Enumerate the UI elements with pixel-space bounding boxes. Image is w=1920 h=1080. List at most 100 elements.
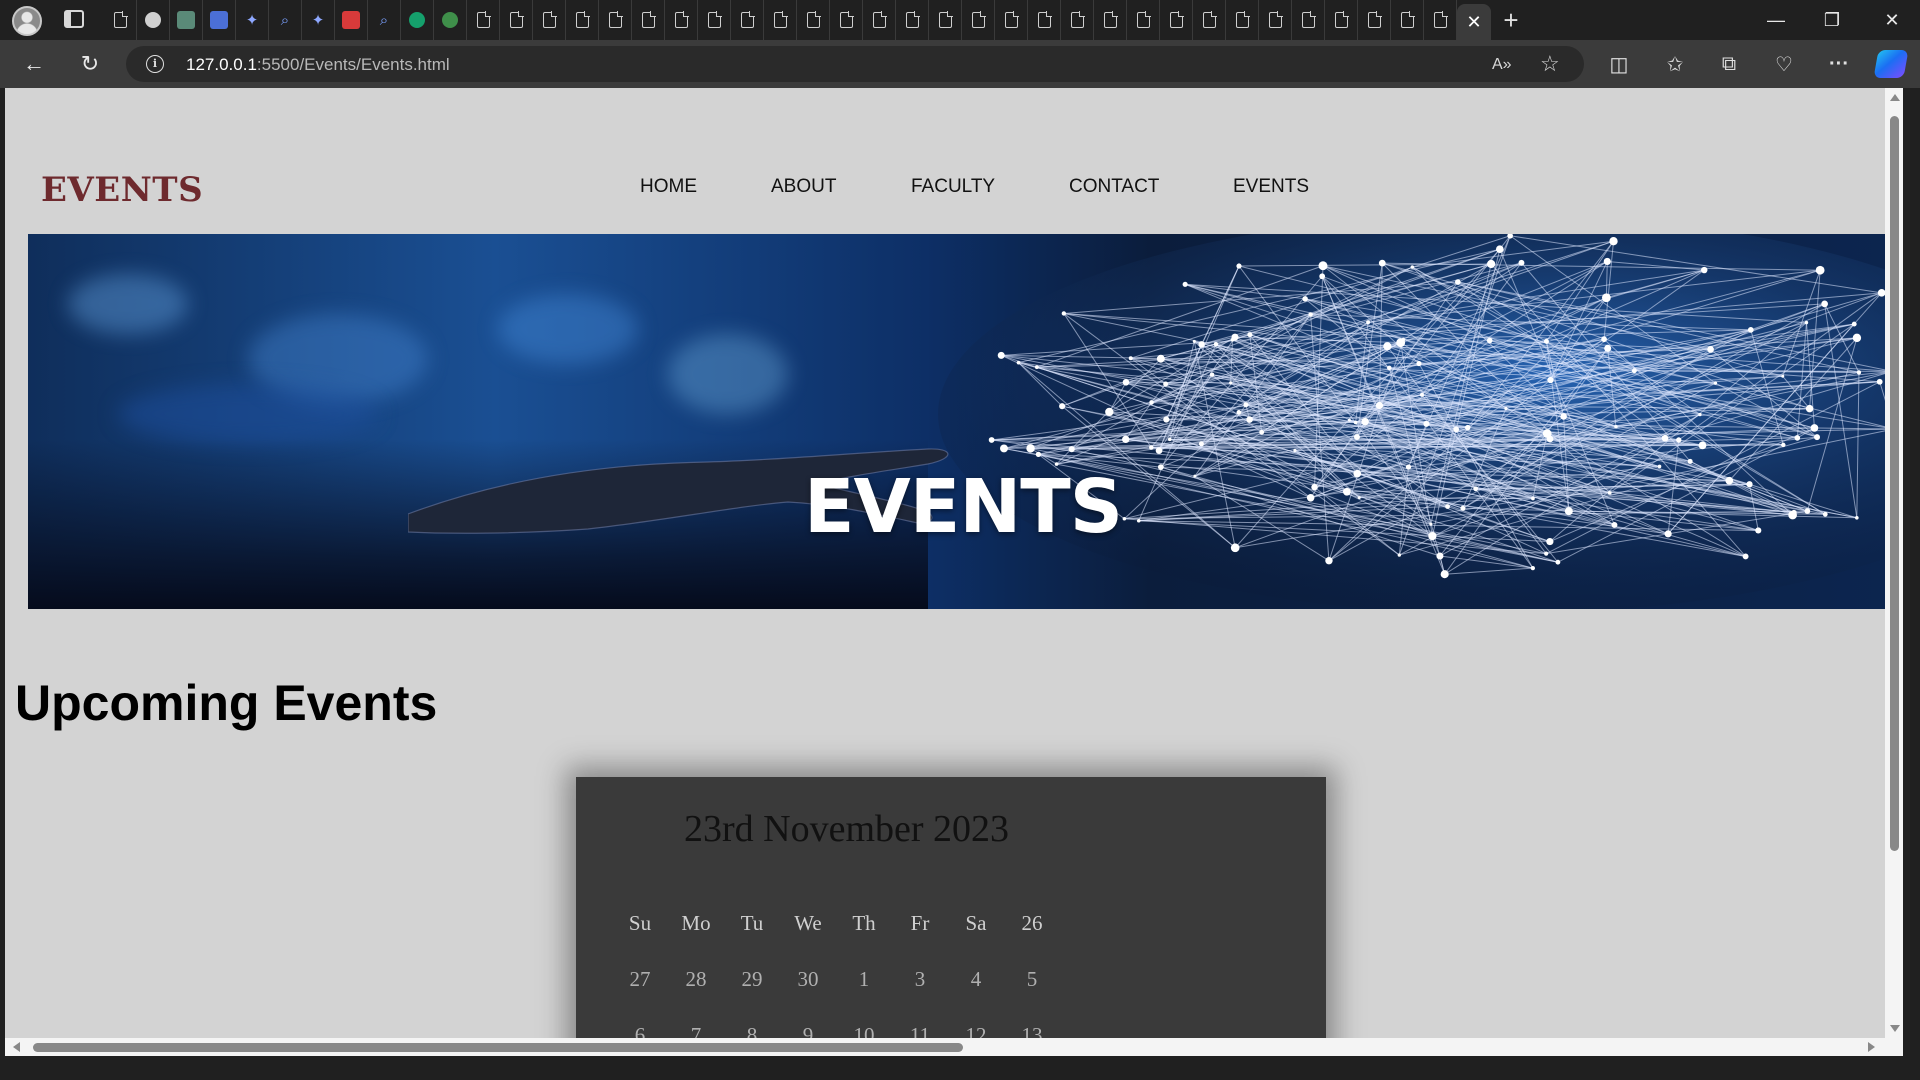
gemini-icon: ✦ <box>245 12 259 29</box>
docs-icon <box>210 11 228 29</box>
browser-tab[interactable] <box>863 0 896 40</box>
split-screen-icon[interactable]: ◫ <box>1602 48 1636 80</box>
calendar-day[interactable]: 3 <box>892 967 948 992</box>
browser-tab[interactable] <box>401 0 434 40</box>
browser-tab[interactable] <box>170 0 203 40</box>
url-host: 127.0.0.1 <box>186 55 257 74</box>
more-menu-icon[interactable]: ··· <box>1822 48 1856 80</box>
browser-tab[interactable] <box>1028 0 1061 40</box>
browser-tab[interactable] <box>203 0 236 40</box>
browser-tab[interactable] <box>731 0 764 40</box>
doc-icon <box>1070 11 1085 28</box>
nav-link-about[interactable]: ABOUT <box>771 176 836 198</box>
browser-tab[interactable] <box>830 0 863 40</box>
calendar-weekday-row: Su Mo Tu We Th Fr Sa 26 <box>612 895 1060 951</box>
browser-tab[interactable] <box>533 0 566 40</box>
favorite-star-icon[interactable]: ☆ <box>1540 51 1560 77</box>
browser-tab[interactable] <box>1292 0 1325 40</box>
url-path: :5500/Events/Events.html <box>256 55 450 74</box>
browser-tab[interactable] <box>467 0 500 40</box>
browser-tab[interactable]: ⌕ <box>368 0 401 40</box>
browser-tab[interactable] <box>1424 0 1457 40</box>
copilot-icon[interactable] <box>1873 50 1909 78</box>
back-arrow-icon[interactable]: ← <box>18 48 50 80</box>
browser-tab[interactable] <box>1259 0 1292 40</box>
nav-link-faculty[interactable]: FACULTY <box>911 176 995 198</box>
restore-icon[interactable]: ❐ <box>1804 0 1860 40</box>
nav-link-events[interactable]: EVENTS <box>1233 176 1309 198</box>
browser-essentials-icon[interactable]: ♡ <box>1767 48 1801 80</box>
collections-icon[interactable]: ⧉ <box>1712 48 1746 80</box>
address-bar[interactable]: i 127.0.0.1:5500/Events/Events.html A» ☆ <box>126 46 1584 82</box>
browser-tab[interactable]: ⌕ <box>269 0 302 40</box>
minimize-icon[interactable]: — <box>1748 0 1804 40</box>
active-tab-close-icon[interactable]: ✕ <box>1457 4 1491 40</box>
scroll-right-arrow-icon[interactable] <box>1868 1042 1875 1052</box>
browser-tab[interactable]: ✦ <box>302 0 335 40</box>
browser-tab[interactable] <box>104 0 137 40</box>
browser-tab[interactable] <box>566 0 599 40</box>
calendar-day[interactable]: 5 <box>1004 967 1060 992</box>
browser-tab[interactable] <box>1193 0 1226 40</box>
browser-tab[interactable] <box>1358 0 1391 40</box>
tab-actions-icon[interactable] <box>64 10 84 28</box>
calendar-weekday-label: Tu <box>740 910 764 935</box>
calendar-day[interactable]: 28 <box>668 967 724 992</box>
browser-tab[interactable] <box>632 0 665 40</box>
vertical-scrollbar[interactable] <box>1885 88 1903 1056</box>
browser-tab[interactable] <box>1127 0 1160 40</box>
browser-tab[interactable] <box>137 0 170 40</box>
browser-tab[interactable] <box>665 0 698 40</box>
new-tab-button[interactable]: + <box>1491 0 1531 40</box>
site-info-icon[interactable]: i <box>146 55 164 73</box>
favorites-icon[interactable]: ✩ <box>1658 48 1692 80</box>
doc-icon <box>707 11 722 28</box>
browser-tab[interactable]: ✦ <box>236 0 269 40</box>
doc-icon <box>1334 11 1349 28</box>
doc-icon <box>971 11 986 28</box>
calendar-day[interactable]: 27 <box>612 967 668 992</box>
horizontal-scroll-thumb[interactable] <box>33 1043 963 1052</box>
browser-tab[interactable] <box>1325 0 1358 40</box>
scroll-down-arrow-icon[interactable] <box>1890 1025 1900 1032</box>
url-text[interactable]: 127.0.0.1:5500/Events/Events.html <box>186 55 450 75</box>
doc-icon <box>740 11 755 28</box>
browser-tab[interactable] <box>797 0 830 40</box>
refresh-icon[interactable]: ↻ <box>74 48 106 80</box>
browser-tab[interactable] <box>995 0 1028 40</box>
calendar-day[interactable]: 1 <box>836 967 892 992</box>
youtube-icon <box>342 11 360 29</box>
calendar-day[interactable]: 30 <box>780 967 836 992</box>
calendar-day[interactable]: 29 <box>724 967 780 992</box>
browser-tab[interactable] <box>1160 0 1193 40</box>
doc-icon <box>905 11 920 28</box>
vertical-scroll-thumb[interactable] <box>1890 116 1899 851</box>
browser-tab[interactable] <box>1094 0 1127 40</box>
calendar-day[interactable]: 4 <box>948 967 1004 992</box>
calendar-weekday-label: Mo <box>681 910 711 935</box>
scroll-left-arrow-icon[interactable] <box>13 1042 20 1052</box>
nav-link-home[interactable]: HOME <box>640 176 697 198</box>
doc-icon <box>641 11 656 28</box>
browser-tab[interactable] <box>599 0 632 40</box>
doc-icon <box>674 11 689 28</box>
browser-tab[interactable] <box>1226 0 1259 40</box>
doc-icon <box>1202 11 1217 28</box>
nav-link-contact[interactable]: CONTACT <box>1069 176 1159 198</box>
horizontal-scrollbar[interactable] <box>5 1038 1885 1056</box>
browser-tab[interactable] <box>962 0 995 40</box>
browser-tab[interactable] <box>434 0 467 40</box>
browser-tab[interactable] <box>1061 0 1094 40</box>
read-aloud-icon[interactable]: A» <box>1492 56 1512 74</box>
browser-tab[interactable] <box>698 0 731 40</box>
browser-tab[interactable] <box>335 0 368 40</box>
browser-tab[interactable] <box>1391 0 1424 40</box>
calendar-date-heading: 23rd November 2023 <box>684 808 1010 850</box>
profile-avatar-icon[interactable] <box>12 6 42 36</box>
browser-tab[interactable] <box>500 0 533 40</box>
scroll-up-arrow-icon[interactable] <box>1890 94 1900 101</box>
browser-tab[interactable] <box>929 0 962 40</box>
browser-tab[interactable] <box>896 0 929 40</box>
browser-tab[interactable] <box>764 0 797 40</box>
window-close-icon[interactable]: ✕ <box>1864 0 1920 40</box>
